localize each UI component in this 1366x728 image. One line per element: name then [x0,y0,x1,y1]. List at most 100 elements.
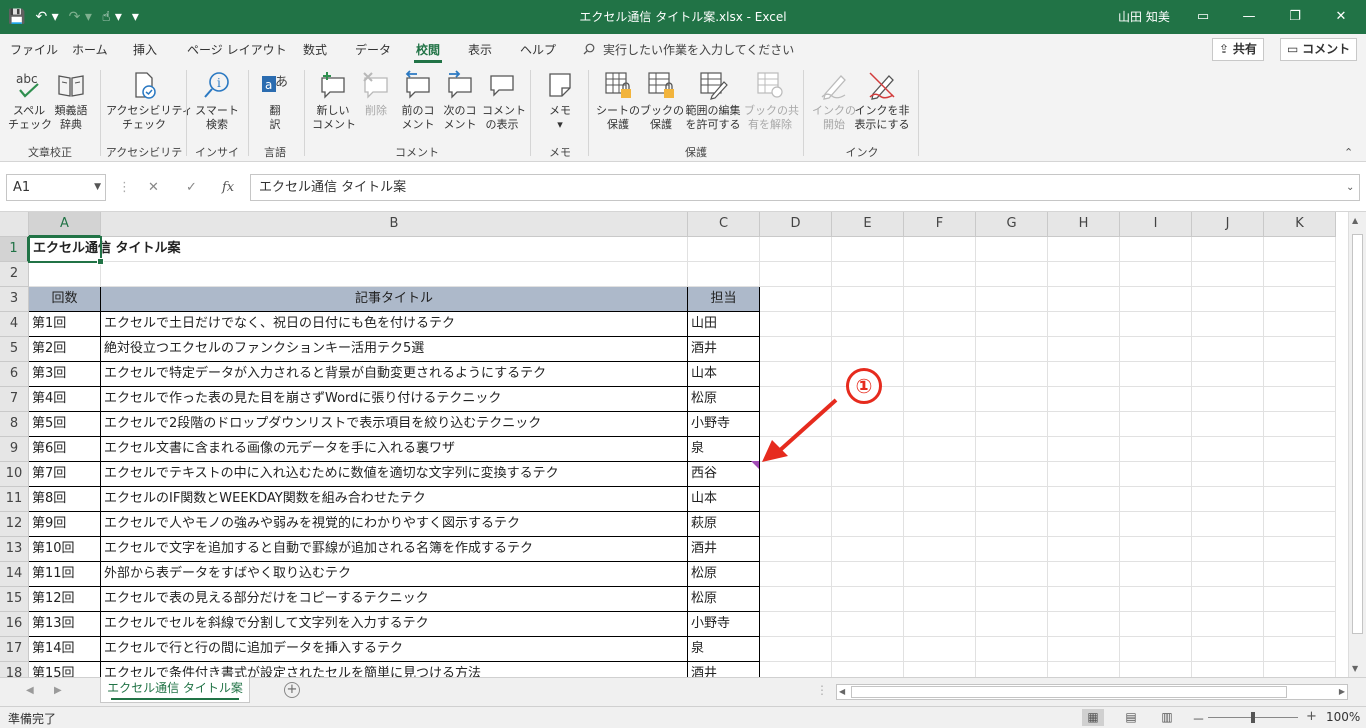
table-cell[interactable]: エクセルで文字を追加すると自動で罫線が追加される名簿を作成するテク [101,537,688,562]
table-header-cell[interactable]: 担当 [688,287,760,312]
next-comment-button[interactable]: 次のコ メント [440,70,480,132]
sheet-tab-active[interactable]: エクセル通信 タイトル案 [100,677,250,703]
tab-home[interactable]: ホーム [72,41,108,58]
tab-split-handle[interactable]: ⋮ [816,683,828,697]
cell[interactable] [1192,562,1264,587]
cell[interactable] [1192,537,1264,562]
table-header-cell[interactable]: 回数 [29,287,101,312]
table-cell[interactable]: 山本 [688,362,760,387]
table-cell[interactable]: 第12回 [29,587,101,612]
formula-bar-options-icon[interactable]: ⋮ [118,174,131,201]
cell[interactable] [976,637,1048,662]
cell[interactable] [976,562,1048,587]
cell[interactable] [1120,612,1192,637]
tab-formulas[interactable]: 数式 [303,41,327,58]
cell[interactable] [1192,237,1264,262]
cell[interactable] [976,337,1048,362]
page-break-view-icon[interactable]: ▥ [1156,709,1178,726]
horizontal-scrollbar[interactable]: ◀ ▶ [836,684,1348,700]
formula-input[interactable]: エクセル通信 タイトル案 [250,174,1360,201]
table-cell[interactable]: 外部から表データをすばやく取り込むテク [101,562,688,587]
table-cell[interactable]: 第10回 [29,537,101,562]
cell[interactable] [976,587,1048,612]
cell[interactable] [101,262,688,287]
cell[interactable] [1048,237,1120,262]
customize-qat-icon[interactable]: ▾ [132,9,139,25]
cell[interactable] [976,412,1048,437]
column-header-f[interactable]: F [904,212,976,237]
cell[interactable] [976,437,1048,462]
cell[interactable] [904,537,976,562]
table-cell[interactable]: エクセルで表の見える部分だけをコピーするテクニック [101,587,688,612]
cell[interactable] [688,262,760,287]
cell[interactable] [760,512,832,537]
cell[interactable] [760,587,832,612]
table-cell[interactable]: 第15回 [29,662,101,677]
cell[interactable] [1048,662,1120,677]
page-layout-view-icon[interactable]: ▤ [1120,709,1142,726]
zoom-slider[interactable] [1208,712,1298,723]
protect-workbook-button[interactable]: ブックの 保護 [640,70,684,132]
worksheet-grid[interactable]: ABCDEFGHIJK 1 2 3 4 5 6 7 8 9 10 11 12 13 14 15 16 17 18 … [0,212,1348,677]
cell[interactable] [760,337,832,362]
cell[interactable] [904,312,976,337]
cell[interactable] [1120,287,1192,312]
cell[interactable] [1120,512,1192,537]
cell[interactable] [1264,462,1336,487]
row-header-7[interactable]: 7 [0,387,29,412]
cell[interactable] [1048,612,1120,637]
cell[interactable] [976,462,1048,487]
cell[interactable] [760,612,832,637]
table-cell[interactable]: 第13回 [29,612,101,637]
new-comment-button[interactable]: 新しい コメント [312,70,356,132]
share-button[interactable]: ⇪ 共有 [1212,38,1264,61]
table-cell[interactable]: 絶対役立つエクセルのファンクションキー活用テク5選 [101,337,688,362]
cell[interactable] [688,237,760,262]
cell[interactable] [1120,437,1192,462]
table-cell[interactable]: 山本 [688,487,760,512]
user-name[interactable]: 山田 知美 [1118,0,1170,34]
cell[interactable] [976,312,1048,337]
expand-formula-bar-icon[interactable]: ⌄ [1346,174,1354,201]
name-box[interactable]: A1 ▼ [6,174,106,201]
cell[interactable] [1192,312,1264,337]
vertical-scrollbar[interactable]: ▲ ▼ [1348,212,1366,677]
zoom-in-icon[interactable]: + [1306,709,1317,724]
cell[interactable] [1192,512,1264,537]
cell[interactable] [976,662,1048,677]
zoom-slider-knob[interactable] [1251,712,1255,723]
table-cell[interactable]: エクセルで土日だけでなく、祝日の日付にも色を付けるテク [101,312,688,337]
scroll-left-icon[interactable]: ◀ [839,685,845,699]
thesaurus-button[interactable]: 類義語 辞典 [50,70,92,132]
scroll-up-icon[interactable]: ▲ [1352,216,1358,225]
cell[interactable] [1048,537,1120,562]
cell[interactable] [832,237,904,262]
normal-view-icon[interactable]: ▦ [1082,709,1104,726]
cell[interactable] [904,237,976,262]
table-cell[interactable]: 小野寺 [688,612,760,637]
table-cell[interactable]: 松原 [688,587,760,612]
row-header-3[interactable]: 3 [0,287,29,312]
cell[interactable] [976,512,1048,537]
cell[interactable] [832,587,904,612]
tell-me-search[interactable]: 実行したい作業を入力してください [583,41,794,58]
cell[interactable] [832,562,904,587]
cell[interactable] [832,487,904,512]
cell[interactable] [1048,287,1120,312]
tab-review[interactable]: 校閲 [413,41,443,63]
cell[interactable] [904,412,976,437]
cell[interactable] [832,337,904,362]
cell[interactable] [1264,637,1336,662]
cell[interactable] [1120,262,1192,287]
cell[interactable] [904,337,976,362]
table-cell[interactable]: エクセル文書に含まれる画像の元データを手に入れる裏ワザ [101,437,688,462]
scroll-down-icon[interactable]: ▼ [1352,664,1358,673]
cell[interactable] [1120,587,1192,612]
cell[interactable] [1048,412,1120,437]
vertical-scroll-thumb[interactable] [1352,234,1363,634]
cell[interactable] [1120,662,1192,677]
row-header-2[interactable]: 2 [0,262,29,287]
table-cell[interactable]: 酒井 [688,662,760,677]
cell[interactable] [1192,437,1264,462]
cell[interactable] [976,237,1048,262]
